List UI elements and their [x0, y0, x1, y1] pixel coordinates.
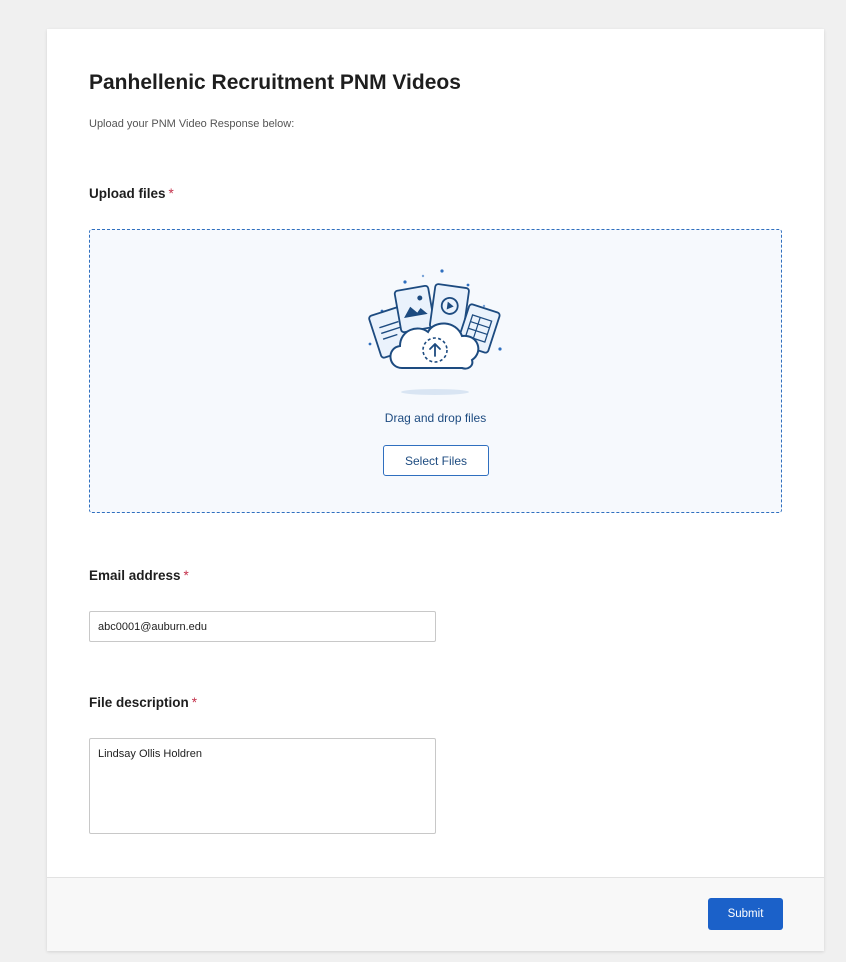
upload-files-label-text: Upload files — [89, 186, 166, 201]
form-footer: Submit — [47, 877, 824, 951]
email-field[interactable] — [89, 611, 436, 642]
email-address-label-text: Email address — [89, 568, 181, 583]
email-address-label: Email address * — [89, 568, 189, 583]
select-files-button[interactable]: Select Files — [383, 445, 489, 476]
file-description-field[interactable]: Lindsay Ollis Holdren — [89, 738, 436, 834]
form-title: Panhellenic Recruitment PNM Videos — [89, 71, 461, 94]
cloud-upload-files-icon — [368, 269, 502, 395]
required-asterisk: * — [168, 186, 174, 201]
required-asterisk: * — [183, 568, 189, 583]
file-description-label: File description * — [89, 695, 197, 710]
upload-files-label: Upload files * — [89, 186, 174, 201]
file-description-label-text: File description — [89, 695, 189, 710]
form-card: Panhellenic Recruitment PNM Videos Uploa… — [47, 29, 824, 951]
drag-and-drop-text: Drag and drop files — [384, 411, 487, 425]
form-subtitle: Upload your PNM Video Response below: — [89, 118, 295, 130]
required-asterisk: * — [191, 695, 198, 710]
file-dropzone[interactable]: Drag and drop files Select Files — [89, 229, 782, 513]
submit-button[interactable]: Submit — [708, 898, 783, 930]
